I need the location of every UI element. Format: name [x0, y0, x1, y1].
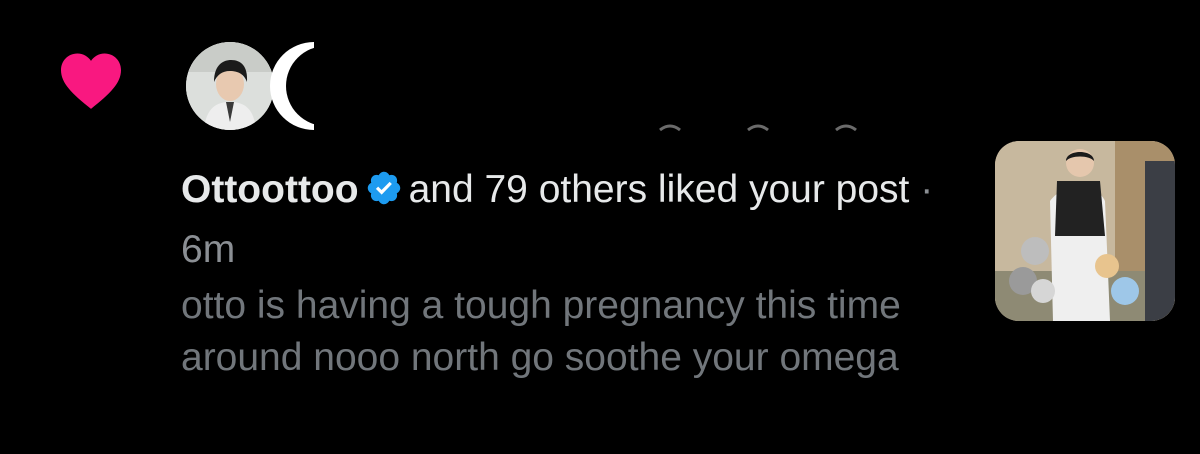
liker-avatars [186, 40, 314, 132]
heart-icon [58, 50, 124, 110]
notification-text[interactable]: Ottoottoo and 79 others liked your post ·… [181, 160, 971, 280]
verified-badge-icon [367, 171, 400, 205]
timestamp: 6m [181, 228, 236, 271]
action-text: and 79 others liked your post [408, 168, 910, 211]
separator: · [920, 168, 934, 211]
obscured-avatars [640, 118, 880, 132]
user-avatar[interactable] [268, 42, 314, 130]
post-preview[interactable]: otto is having a tough pregnancy this ti… [181, 280, 941, 384]
username[interactable]: Ottoottoo [181, 168, 359, 211]
post-media-thumbnail[interactable] [995, 141, 1175, 321]
user-avatar[interactable] [186, 42, 274, 130]
